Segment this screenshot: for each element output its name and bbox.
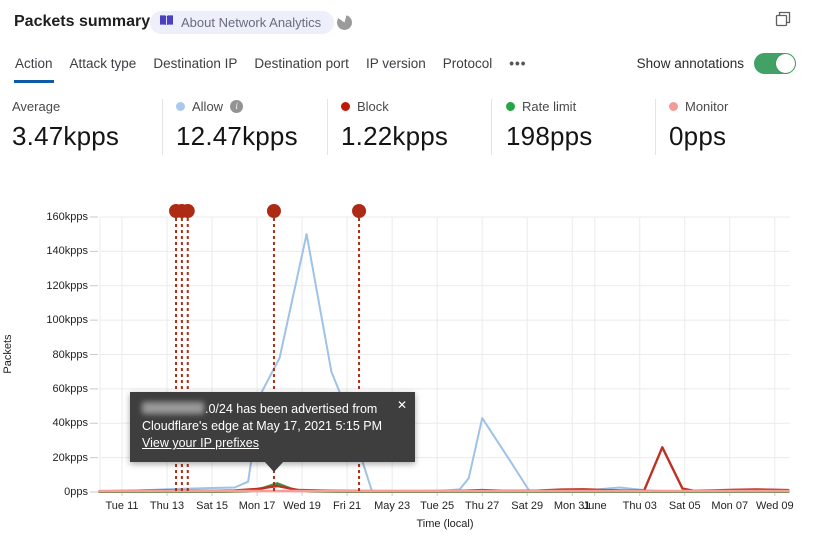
stat-value: 0pps (669, 121, 727, 151)
allow-dot (176, 101, 185, 111)
stat-rate-limit: Rate limit 198pps (506, 97, 593, 152)
annotation-tooltip: ✕ .0/24 has been advertised from Cloudfl… (130, 392, 415, 462)
y-tick-label: 80kpps (52, 348, 88, 361)
stat-block: Block 1.22kpps (341, 97, 448, 152)
tooltip-line2: Cloudflare's edge at May 17, 2021 5:15 P… (142, 419, 383, 433)
tooltip-line1: .0/24 has been advertised from (142, 401, 389, 418)
show-annotations-toggle[interactable] (754, 53, 796, 74)
stat-label: Monitor (685, 98, 729, 114)
y-tick-label: 100kpps (46, 314, 88, 327)
stat-label: Allow (192, 98, 224, 114)
y-tick-label: 140kpps (46, 245, 88, 258)
stat-average: Average 3.47kpps (12, 97, 119, 152)
stat-value: 12.47kpps (176, 121, 298, 151)
network-analytics-panel: Packets summary About Network Analytics … (0, 0, 816, 545)
x-axis-title: Time (local) (416, 518, 474, 530)
badge-label: About Network Analytics (181, 15, 322, 30)
tab-attack-type[interactable]: Attack type (69, 54, 138, 83)
stats-row: Average 3.47kpps Allow i 12.47kpps Block… (0, 97, 816, 159)
stat-label: Rate limit (522, 98, 577, 114)
tab-protocol[interactable]: Protocol (442, 54, 494, 83)
tab-destination-port[interactable]: Destination port (253, 54, 350, 83)
close-icon[interactable]: ✕ (397, 397, 407, 414)
block-dot (341, 101, 350, 111)
tooltip-arrow (264, 461, 284, 472)
show-annotations-control: Show annotations (637, 53, 796, 74)
y-tick-label: 60kpps (52, 382, 88, 395)
redacted-ip-prefix (142, 402, 204, 414)
annotation-dot (266, 204, 281, 218)
y-tick-label: 20kpps (52, 451, 88, 464)
book-icon (159, 14, 174, 32)
annotation-dot (352, 204, 367, 218)
stat-value: 3.47kpps (12, 121, 120, 151)
y-tick-label: 160kpps (46, 211, 88, 223)
stat-allow: Allow i 12.47kpps (176, 97, 298, 152)
divider (491, 99, 492, 155)
stat-label: Average (12, 98, 61, 114)
more-tabs-button[interactable]: ••• (508, 54, 527, 83)
packets-time-series-chart: 0pps 20kpps 40kpps 60kpps 80kpps 100kpps 120kp… (0, 190, 816, 545)
y-tick-label: 120kpps (46, 279, 88, 292)
info-icon[interactable]: i (230, 99, 244, 113)
about-network-analytics-badge[interactable]: About Network Analytics (150, 11, 335, 34)
view-ip-prefixes-link[interactable]: View your IP prefixes (142, 436, 259, 450)
tab-action[interactable]: Action (14, 54, 54, 83)
y-axis-title: Packets (2, 334, 14, 374)
divider (162, 99, 163, 155)
stat-monitor: Monitor 0pps (669, 97, 728, 152)
rate-limit-dot (506, 101, 515, 111)
tab-destination-ip[interactable]: Destination IP (152, 54, 238, 83)
restore-window-icon[interactable] (775, 11, 791, 27)
dimension-tabs: Action Attack type Destination IP Destin… (14, 54, 527, 83)
stat-value: 198pps (506, 121, 593, 151)
header: Packets summary About Network Analytics (0, 0, 816, 44)
page-title: Packets summary (14, 13, 151, 30)
stat-value: 1.22kpps (341, 121, 449, 151)
stat-label: Block (357, 98, 389, 114)
show-annotations-label: Show annotations (636, 56, 744, 71)
toggle-knob (776, 54, 795, 73)
tab-ip-version[interactable]: IP version (365, 54, 427, 83)
monitor-dot (669, 101, 678, 111)
annotation-dot (180, 204, 195, 218)
chart-canvas (90, 204, 790, 496)
y-tick-label: 0pps (64, 486, 88, 498)
divider (655, 99, 656, 155)
divider (327, 99, 328, 155)
x-tick-label: Wed 09 (755, 500, 794, 512)
pie-status-icon (337, 15, 352, 30)
y-tick-label: 40kpps (52, 417, 88, 430)
